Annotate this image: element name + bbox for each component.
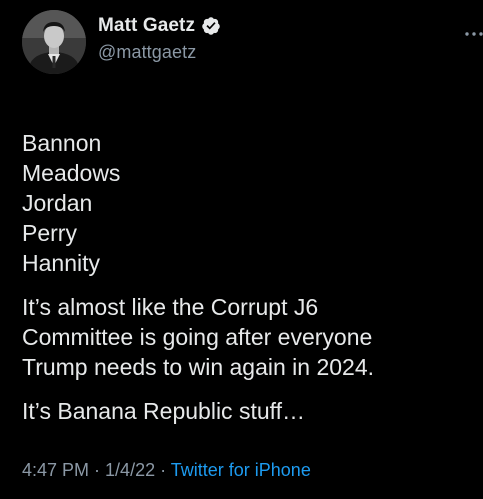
tweet-card: Matt Gaetz @mattgaetz Bannon Meadows Jor… (0, 0, 483, 499)
tweet-meta: 4:47 PM · 1/4/22 · Twitter for iPhone (22, 459, 311, 481)
list-item: Perry (22, 220, 77, 246)
display-name[interactable]: Matt Gaetz (98, 15, 195, 37)
list-item: Hannity (22, 250, 100, 276)
text-line: Committee is going after everyone (22, 324, 373, 350)
list-item: Meadows (22, 160, 121, 186)
verified-badge-icon (201, 16, 221, 36)
more-options-icon (465, 32, 483, 36)
avatar-image (22, 10, 86, 74)
tweet-time[interactable]: 4:47 PM (22, 460, 89, 480)
more-options-button[interactable] (459, 24, 483, 44)
tweet-header: Matt Gaetz @mattgaetz (22, 10, 483, 80)
text-line: Trump needs to win again in 2024. (22, 354, 375, 380)
avatar[interactable] (22, 10, 86, 74)
meta-separator: · (89, 460, 106, 480)
author-handle[interactable]: @mattgaetz (98, 42, 221, 63)
meta-separator: · (155, 460, 171, 480)
list-item: Bannon (22, 130, 102, 156)
tweet-text: Bannon Meadows Jordan Perry Hannity It’s… (22, 128, 467, 426)
author-info: Matt Gaetz @mattgaetz (98, 14, 221, 63)
tweet-date[interactable]: 1/4/22 (105, 460, 155, 480)
text-line: It’s almost like the Corrupt J6 (22, 294, 319, 320)
text-line: It’s Banana Republic stuff… (22, 398, 305, 424)
list-item: Jordan (22, 190, 93, 216)
display-name-row: Matt Gaetz (98, 14, 221, 38)
tweet-source-link[interactable]: Twitter for iPhone (171, 460, 311, 480)
name-list: Bannon Meadows Jordan Perry Hannity (22, 128, 467, 278)
tweet-paragraph-2: It’s Banana Republic stuff… (22, 396, 467, 426)
tweet-paragraph-1: It’s almost like the Corrupt J6 Committe… (22, 292, 467, 382)
